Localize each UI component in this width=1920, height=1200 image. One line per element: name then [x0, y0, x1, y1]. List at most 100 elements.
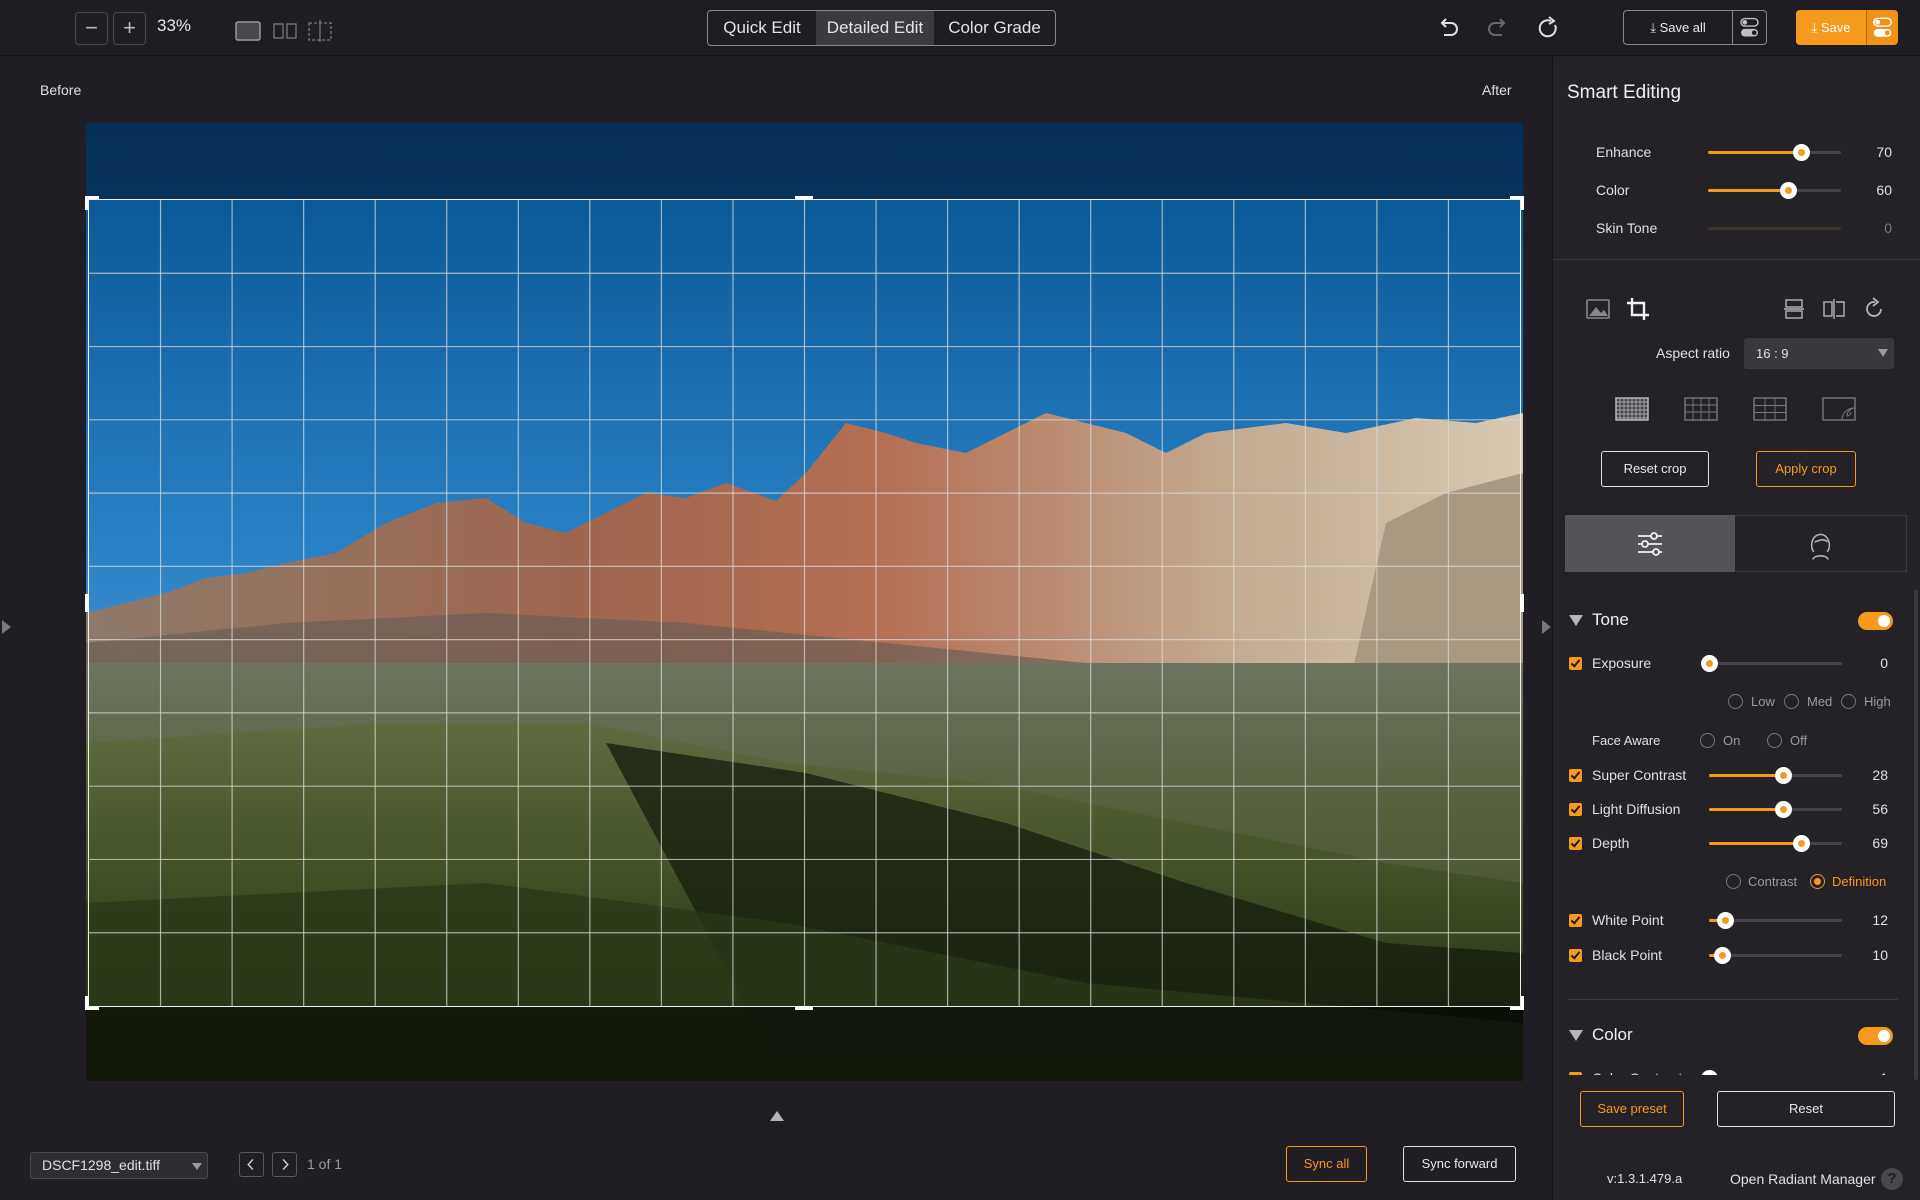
enhance-slider-knob[interactable] — [1793, 144, 1811, 161]
depth-value: 69 — [1872, 835, 1888, 851]
portrait-tab[interactable] — [1735, 515, 1907, 572]
face-aware-on-radio[interactable] — [1700, 733, 1715, 748]
aspect-ratio-select[interactable]: 16 : 9 — [1744, 338, 1894, 369]
image-icon[interactable] — [1584, 296, 1612, 322]
exposure-label: Exposure — [1592, 655, 1652, 671]
split-view-icon[interactable] — [272, 20, 298, 42]
crop-handle-top[interactable] — [795, 196, 813, 200]
crop-frame[interactable] — [88, 199, 1521, 1007]
exposure-low-radio[interactable] — [1728, 694, 1743, 709]
scroll-clip — [1553, 1075, 1913, 1087]
depth-slider-knob[interactable] — [1792, 835, 1810, 852]
zoom-in-button[interactable]: + — [113, 12, 146, 45]
enhance-value: 70 — [1876, 144, 1892, 160]
black-point-slider[interactable] — [1709, 947, 1842, 964]
filmstrip-toggle-icon[interactable] — [770, 1111, 784, 1121]
crop-handle-right[interactable] — [1520, 594, 1524, 612]
super-contrast-slider[interactable] — [1709, 767, 1842, 784]
super-contrast-checkbox[interactable] — [1569, 769, 1582, 782]
flip-horizontal-icon[interactable] — [1820, 296, 1848, 322]
collapse-left-icon[interactable] — [2, 620, 11, 634]
panel-scrollbar[interactable] — [1914, 590, 1918, 1080]
page-indicator: 1 of 1 — [307, 1156, 343, 1172]
sync-forward-button[interactable]: Sync forward — [1403, 1146, 1516, 1182]
flip-vertical-icon[interactable] — [1780, 296, 1808, 322]
grid-medium-icon[interactable] — [1684, 397, 1718, 421]
color-slider[interactable] — [1708, 182, 1841, 199]
light-diffusion-checkbox[interactable] — [1569, 803, 1582, 816]
crop-icon[interactable] — [1624, 296, 1652, 322]
light-diffusion-label: Light Diffusion — [1592, 801, 1681, 817]
save-preset-button[interactable]: Save preset — [1580, 1091, 1684, 1127]
depth-contrast-radio[interactable] — [1726, 874, 1741, 889]
divider — [1568, 999, 1898, 1000]
collapse-right-icon[interactable] — [1542, 620, 1551, 634]
face-aware-off-label: Off — [1790, 733, 1808, 748]
enhance-slider[interactable] — [1708, 144, 1841, 161]
redo-icon[interactable] — [1484, 14, 1512, 42]
tone-toggle[interactable] — [1858, 612, 1893, 630]
tone-collapse-icon[interactable] — [1569, 615, 1583, 626]
reset-icon[interactable] — [1534, 14, 1562, 42]
compare-view-icon[interactable] — [307, 20, 333, 42]
sync-all-button[interactable]: Sync all — [1286, 1146, 1367, 1182]
previous-image-button[interactable] — [239, 1152, 264, 1177]
exposure-med-radio[interactable] — [1784, 694, 1799, 709]
face-aware-off-radio[interactable] — [1767, 733, 1782, 748]
crop-handle-bottom-right[interactable] — [1510, 996, 1524, 1010]
download-icon: ⤓ — [1650, 20, 1656, 35]
depth-checkbox[interactable] — [1569, 837, 1582, 850]
super-contrast-label: Super Contrast — [1592, 767, 1687, 783]
after-label: After — [1482, 82, 1512, 98]
next-image-button[interactable] — [272, 1152, 297, 1177]
white-point-slider-knob[interactable] — [1716, 912, 1734, 929]
adjustments-tab[interactable] — [1565, 515, 1735, 572]
color-slider-knob[interactable] — [1779, 182, 1797, 199]
help-icon[interactable]: ? — [1881, 1168, 1903, 1190]
apply-crop-button[interactable]: Apply crop — [1756, 451, 1856, 487]
single-view-icon[interactable] — [235, 20, 261, 42]
crop-handle-bottom[interactable] — [795, 1006, 813, 1010]
undo-icon[interactable] — [1434, 14, 1462, 42]
exposure-slider-knob[interactable] — [1701, 655, 1718, 672]
light-diffusion-slider[interactable] — [1709, 801, 1842, 818]
crop-handle-top-right[interactable] — [1510, 196, 1524, 210]
exposure-slider[interactable] — [1701, 655, 1842, 672]
download-icon: ⤓ — [1811, 20, 1818, 35]
black-point-checkbox[interactable] — [1569, 949, 1582, 962]
enhance-slider-fill — [1708, 151, 1802, 154]
tab-detailed-edit[interactable]: Detailed Edit — [816, 11, 934, 45]
golden-spiral-icon[interactable] — [1822, 397, 1856, 421]
reset-button[interactable]: Reset — [1717, 1091, 1895, 1127]
face-aware-on-label: On — [1723, 733, 1741, 748]
white-point-checkbox[interactable] — [1569, 914, 1582, 927]
depth-definition-radio[interactable] — [1810, 874, 1825, 889]
top-toolbar: − + 33% Quick Edit Detailed Edit Color G… — [0, 0, 1920, 56]
aspect-ratio-label: Aspect ratio — [1656, 345, 1730, 361]
skin-tone-slider[interactable] — [1708, 227, 1841, 230]
smart-editing-title: Smart Editing — [1567, 82, 1682, 103]
save-options-icon[interactable] — [1866, 10, 1898, 45]
reset-crop-button[interactable]: Reset crop — [1601, 451, 1709, 487]
file-select[interactable]: DSCF1298_edit.tiff — [30, 1152, 208, 1179]
tab-quick-edit[interactable]: Quick Edit — [708, 11, 816, 45]
white-point-slider[interactable] — [1709, 912, 1842, 929]
color-toggle[interactable] — [1858, 1027, 1893, 1045]
save-all-options-icon[interactable] — [1733, 10, 1767, 45]
save-all-button[interactable]: ⤓ Save all — [1623, 10, 1733, 45]
color-collapse-icon[interactable] — [1569, 1030, 1583, 1041]
crop-handle-bottom-left[interactable] — [85, 996, 99, 1010]
crop-handle-top-left[interactable] — [85, 196, 99, 210]
depth-slider[interactable] — [1709, 835, 1842, 852]
rotate-icon[interactable] — [1860, 296, 1888, 322]
open-radiant-manager-link[interactable]: Open Radiant Manager — [1730, 1171, 1876, 1187]
tab-color-grade[interactable]: Color Grade — [934, 11, 1055, 45]
grid-thirds-icon[interactable] — [1753, 397, 1787, 421]
grid-fine-icon[interactable] — [1615, 397, 1649, 421]
crop-handle-left[interactable] — [85, 594, 89, 612]
exposure-checkbox[interactable] — [1569, 657, 1582, 670]
save-button[interactable]: ⤓ Save — [1796, 10, 1866, 45]
zoom-out-button[interactable]: − — [75, 12, 108, 45]
divider — [1553, 259, 1920, 260]
exposure-high-radio[interactable] — [1841, 694, 1856, 709]
